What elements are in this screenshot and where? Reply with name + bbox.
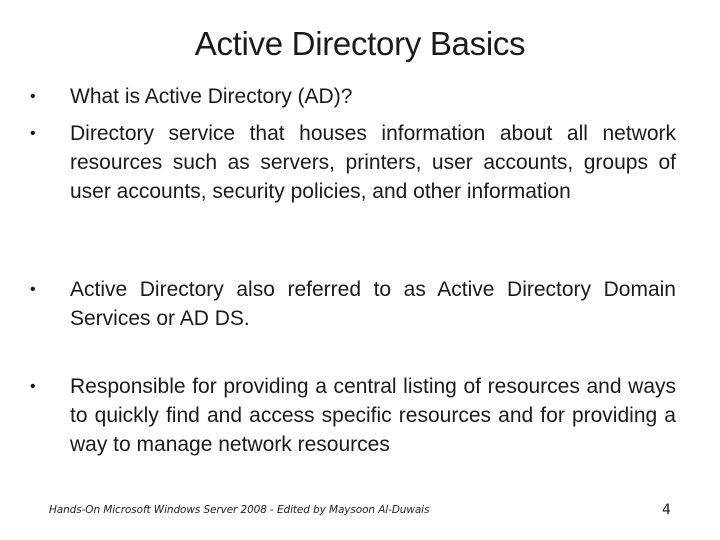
bullet-item: • Active Directory also referred to as A… <box>30 275 676 333</box>
bullet-icon: • <box>30 125 36 142</box>
bullet-text: Responsible for providing a central list… <box>70 375 676 456</box>
bullet-icon: • <box>30 88 36 105</box>
bullet-item: • What is Active Directory (AD)? <box>30 82 676 111</box>
bullet-item: • Responsible for providing a central li… <box>30 372 676 459</box>
bullet-text: What is Active Directory (AD)? <box>70 85 353 108</box>
slide: Active Directory Basics • What is Active… <box>0 0 720 540</box>
bullet-icon: • <box>30 378 36 395</box>
slide-title: Active Directory Basics <box>194 25 526 62</box>
page-number: 4 <box>662 502 671 518</box>
bullet-text: Active Directory also referred to as Act… <box>70 278 676 330</box>
bullet-item: • Directory service that houses informat… <box>30 119 676 206</box>
bullet-text: Directory service that houses informatio… <box>70 122 676 203</box>
slide-footer: Hands-On Microsoft Windows Server 2008 -… <box>49 504 430 516</box>
bullet-icon: • <box>30 281 36 298</box>
